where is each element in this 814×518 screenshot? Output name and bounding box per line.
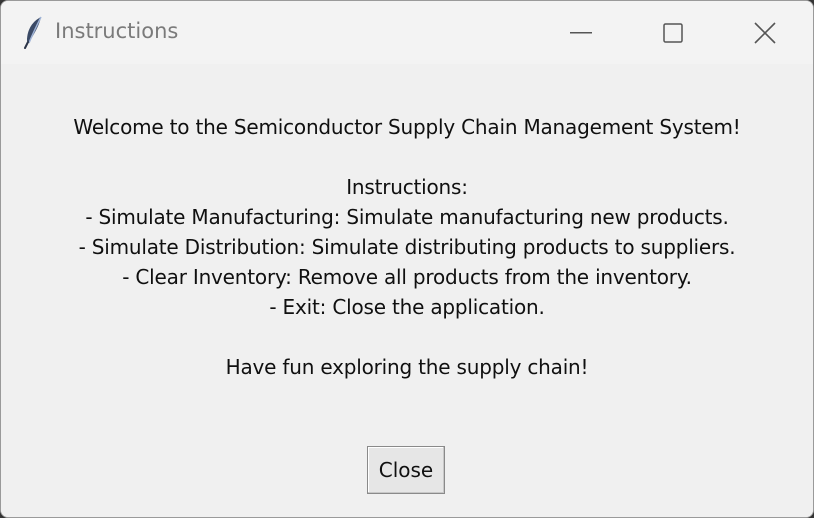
window-title: Instructions bbox=[55, 19, 179, 43]
maximize-icon bbox=[663, 22, 683, 43]
minimize-icon bbox=[570, 31, 592, 34]
message-line: - Simulate Manufacturing: Simulate manuf… bbox=[85, 205, 729, 229]
instructions-message: Welcome to the Semiconductor Supply Chai… bbox=[1, 112, 813, 382]
dialog-body: Welcome to the Semiconductor Supply Chai… bbox=[1, 64, 813, 517]
message-line bbox=[1, 322, 813, 352]
title-bar: Instructions bbox=[1, 1, 813, 64]
minimize-button[interactable] bbox=[535, 1, 627, 64]
close-icon bbox=[754, 21, 776, 44]
message-line: - Exit: Close the application. bbox=[269, 295, 545, 319]
feather-icon bbox=[23, 15, 45, 49]
message-line: Have fun exploring the supply chain! bbox=[225, 355, 589, 379]
close-window-button[interactable] bbox=[719, 1, 811, 64]
message-line bbox=[1, 142, 813, 172]
message-line: - Simulate Distribution: Simulate distri… bbox=[78, 235, 736, 259]
message-line: - Clear Inventory: Remove all products f… bbox=[122, 265, 692, 289]
close-button[interactable]: Close bbox=[367, 446, 445, 494]
message-line: Welcome to the Semiconductor Supply Chai… bbox=[73, 115, 741, 139]
message-line: Instructions: bbox=[346, 175, 468, 199]
instructions-window: Instructions Welcome to the Semiconducto… bbox=[0, 0, 814, 518]
maximize-button[interactable] bbox=[627, 1, 719, 64]
